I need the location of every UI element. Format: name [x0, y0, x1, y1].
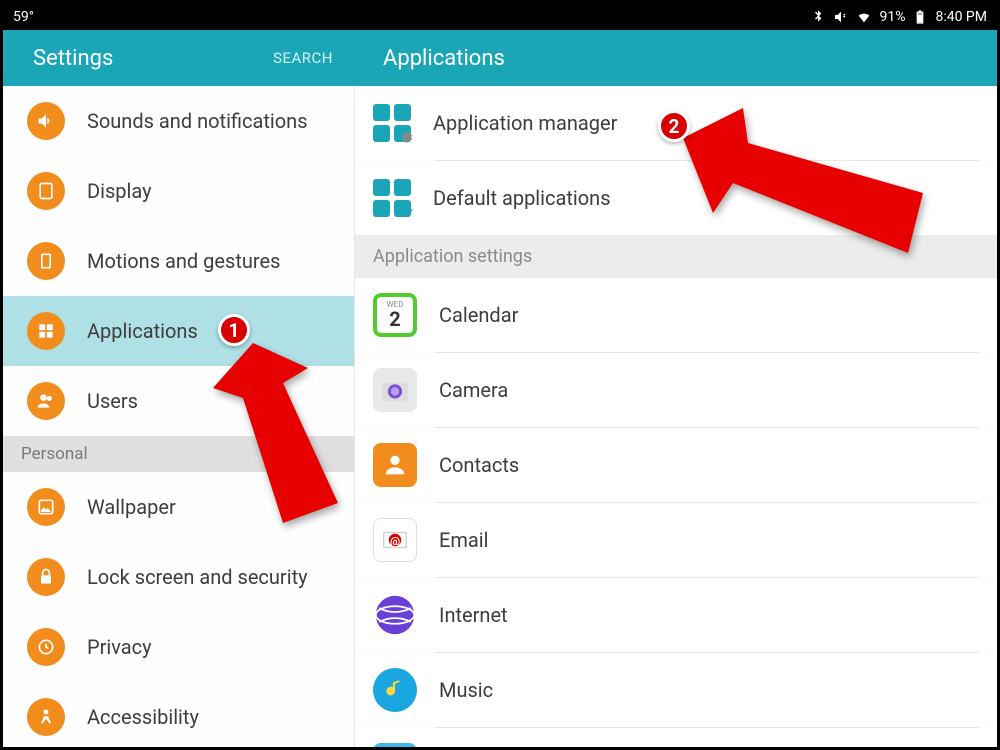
status-right: 91% 8:40 PM [810, 9, 987, 25]
main-item-label: Default applications [433, 186, 611, 210]
device-frame: 59° 91% 8:40 PM Settings SEARCH Applicat… [0, 0, 1000, 750]
svg-text:@: @ [390, 535, 400, 548]
annotation-arrow-1 [198, 333, 378, 557]
sidebar-item-label: Wallpaper [87, 495, 176, 519]
battery-icon [912, 9, 928, 25]
sound-icon [27, 102, 65, 140]
calendar-icon: WED2 [373, 293, 417, 337]
app-item-contacts[interactable]: Contacts [355, 428, 997, 502]
search-button[interactable]: SEARCH [273, 49, 333, 67]
accessibility-icon [27, 698, 65, 736]
default-apps-icon [373, 179, 411, 217]
page-title: Applications [383, 46, 505, 71]
app-item-calendar[interactable]: WED2 Calendar [355, 278, 997, 352]
sidebar-item-label: Motions and gestures [87, 249, 280, 273]
annotation-arrow-2 [653, 98, 953, 272]
sidebar-item-label: Applications [87, 319, 198, 343]
camera-icon [373, 368, 417, 412]
annotation-badge-2: 2 [658, 110, 690, 142]
bluetooth-icon [810, 9, 826, 25]
users-icon [27, 382, 65, 420]
music-icon [373, 668, 417, 712]
contacts-icon [373, 443, 417, 487]
status-time: 8:40 PM [935, 9, 987, 25]
sidebar-item-motions[interactable]: Motions and gestures [3, 226, 354, 296]
header-left: Settings SEARCH [3, 30, 355, 86]
settings-title: Settings [33, 46, 113, 71]
wifi-icon [856, 9, 872, 25]
applications-icon [27, 312, 65, 350]
main-item-label: Application manager [433, 111, 617, 135]
header-right: Applications [355, 30, 997, 86]
sidebar-item-label: Sounds and notifications [87, 109, 308, 133]
sidebar-item-display[interactable]: Display [3, 156, 354, 226]
app-item-weather[interactable]: Weather [355, 728, 997, 747]
lock-icon [27, 558, 65, 596]
motion-icon [27, 242, 65, 280]
sidebar-item-label: Privacy [87, 635, 152, 659]
app-item-internet[interactable]: Internet [355, 578, 997, 652]
app-item-label: Calendar [439, 303, 518, 327]
mute-icon [833, 9, 849, 25]
sidebar-item-label: Display [87, 179, 152, 203]
internet-icon [373, 593, 417, 637]
app-item-email[interactable]: @ Email [355, 503, 997, 577]
status-temperature: 59° [13, 9, 34, 25]
sidebar-item-privacy[interactable]: Privacy [3, 612, 354, 682]
header-row: Settings SEARCH Applications [3, 30, 997, 86]
app-item-label: Internet [439, 603, 508, 627]
privacy-icon [27, 628, 65, 666]
app-item-label: Contacts [439, 453, 519, 477]
sidebar-item-sounds[interactable]: Sounds and notifications [3, 86, 354, 156]
status-battery-pct: 91% [879, 9, 905, 25]
wallpaper-icon [27, 488, 65, 526]
app-item-camera[interactable]: Camera [355, 353, 997, 427]
annotation-badge-1: 1 [218, 314, 250, 346]
status-bar: 59° 91% 8:40 PM [3, 3, 997, 30]
email-icon: @ [373, 518, 417, 562]
sidebar-item-label: Accessibility [87, 705, 199, 729]
weather-icon [373, 743, 417, 747]
sidebar-item-accessibility[interactable]: Accessibility [3, 682, 354, 747]
app-manager-icon [373, 104, 411, 142]
app-item-label: Email [439, 528, 489, 552]
app-item-label: Camera [439, 378, 508, 402]
app-item-music[interactable]: Music [355, 653, 997, 727]
sidebar-item-label: Users [87, 389, 138, 413]
sidebar-item-label: Lock screen and security [87, 565, 308, 589]
display-icon [27, 172, 65, 210]
app-item-label: Music [439, 678, 493, 702]
